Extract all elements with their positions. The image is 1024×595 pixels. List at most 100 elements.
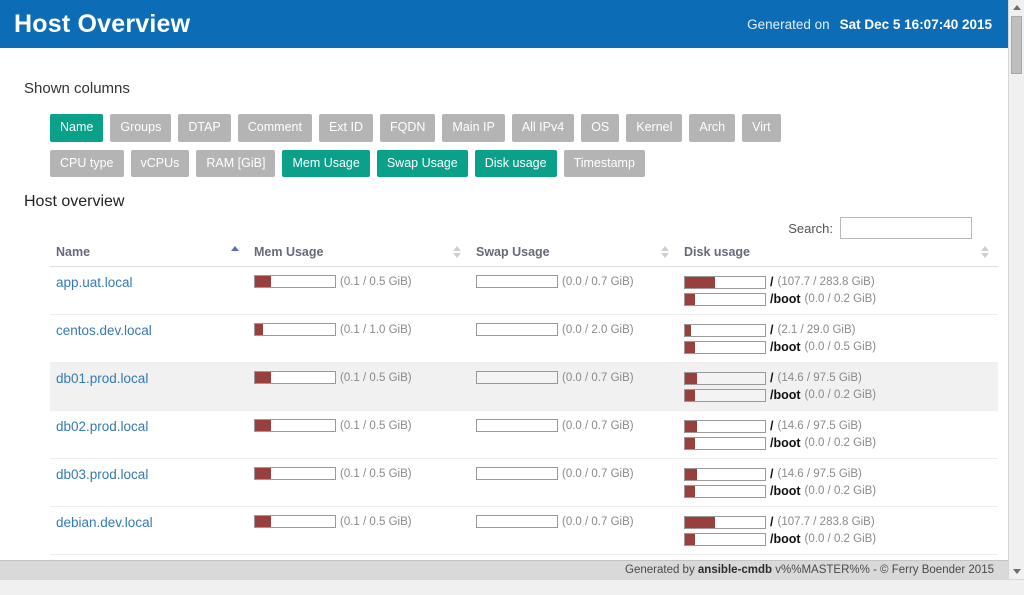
scroll-down-arrow-icon[interactable] bbox=[1009, 564, 1024, 579]
disk-usage-bar-line: /boot (0.0 / 0.2 GiB) bbox=[684, 484, 992, 498]
page-title: Host Overview bbox=[14, 9, 191, 38]
column-header-swap-usage[interactable]: Swap Usage bbox=[470, 241, 678, 267]
app-header: Host Overview Generated on Sat Dec 5 16:… bbox=[0, 0, 1008, 48]
mem-usage-caption: (0.1 / 0.5 GiB) bbox=[340, 275, 412, 288]
column-toggle-cpu-type[interactable]: CPU type bbox=[50, 149, 124, 177]
mem-usage-bar-line: (0.1 / 0.5 GiB) bbox=[254, 467, 464, 480]
column-toggle-kernel[interactable]: Kernel bbox=[626, 114, 683, 142]
page-root: Host Overview Generated on Sat Dec 5 16:… bbox=[0, 0, 1024, 595]
mem-usage-caption: (0.1 / 0.5 GiB) bbox=[340, 515, 412, 528]
mem-usage-caption: (0.1 / 0.5 GiB) bbox=[340, 371, 412, 384]
disk-usage-bar-line: / (14.6 / 97.5 GiB) bbox=[684, 467, 992, 481]
mem-usage-cell: (0.1 / 0.5 GiB) bbox=[248, 362, 470, 411]
column-header-label: Mem Usage bbox=[254, 245, 324, 259]
swap-usage-caption: (0.0 / 0.7 GiB) bbox=[562, 467, 634, 480]
column-toggle-swap-usage[interactable]: Swap Usage bbox=[376, 149, 468, 177]
column-toggle-arch[interactable]: Arch bbox=[689, 114, 736, 142]
column-toggle-virt[interactable]: Virt bbox=[742, 114, 781, 142]
host-name-link[interactable]: debian.dev.local bbox=[56, 515, 153, 530]
mem-usage-cell: (0.1 / 0.5 GiB) bbox=[248, 266, 470, 315]
progress-bar-fill bbox=[685, 341, 696, 353]
swap-usage-cell: (0.0 / 0.7 GiB) bbox=[470, 458, 678, 507]
disk-usage-progress-bar bbox=[684, 419, 766, 433]
column-toggle-fqdn[interactable]: FQDN bbox=[380, 114, 436, 142]
disk-usage-caption: (14.6 / 97.5 GiB) bbox=[777, 468, 862, 480]
swap-usage-caption: (0.0 / 2.0 GiB) bbox=[562, 323, 634, 336]
mem-usage-bar-line: (0.1 / 0.5 GiB) bbox=[254, 419, 464, 432]
column-header-disk-usage[interactable]: Disk usage bbox=[678, 241, 998, 267]
disk-usage-bar-line: /boot (0.0 / 0.5 GiB) bbox=[684, 340, 992, 354]
progress-bar-fill bbox=[255, 372, 271, 383]
column-header-label: Swap Usage bbox=[476, 245, 550, 259]
sort-toggle-icon[interactable] bbox=[981, 246, 990, 258]
disk-usage-caption: (0.0 / 0.2 GiB) bbox=[804, 437, 877, 449]
progress-bar-fill bbox=[685, 372, 697, 384]
sort-toggle-icon[interactable] bbox=[661, 246, 670, 258]
disk-usage-bar-line: /boot (0.0 / 0.2 GiB) bbox=[684, 436, 992, 450]
mount-point-label: /boot bbox=[770, 532, 801, 546]
swap-usage-progress-bar bbox=[476, 275, 558, 288]
footer-suffix: v%%MASTER%% - © Ferry Boender 2015 bbox=[775, 564, 994, 576]
swap-usage-caption: (0.0 / 0.7 GiB) bbox=[562, 419, 634, 432]
column-toggle-mem-usage[interactable]: Mem Usage bbox=[282, 149, 370, 177]
disk-usage-bar-line: / (107.7 / 283.8 GiB) bbox=[684, 275, 992, 289]
table-row: centos.dev.local (0.1 / 1.0 GiB) (0.0 / 2.… bbox=[50, 314, 998, 363]
progress-bar-fill bbox=[255, 516, 271, 527]
host-name-link[interactable]: db01.prod.local bbox=[56, 371, 148, 386]
progress-bar-fill bbox=[255, 324, 263, 335]
sort-toggle-icon[interactable] bbox=[453, 246, 462, 258]
progress-bar-fill bbox=[685, 485, 696, 497]
column-toggle-timestamp[interactable]: Timestamp bbox=[563, 149, 645, 177]
disk-usage-cell: / (107.7 / 283.8 GiB) /boot (0.0 / 0.2 GiB) bbox=[678, 506, 998, 555]
progress-bar-fill bbox=[255, 468, 271, 479]
search-area: Search: bbox=[18, 217, 972, 239]
column-toggle-main-ip[interactable]: Main IP bbox=[442, 114, 505, 142]
mount-point-label: / bbox=[770, 323, 774, 337]
disk-usage-progress-bar bbox=[684, 484, 766, 498]
progress-bar-fill bbox=[685, 420, 697, 432]
column-toggle-ext-id[interactable]: Ext ID bbox=[318, 114, 373, 142]
column-toggle-all-ipv4[interactable]: All IPv4 bbox=[511, 114, 575, 142]
shown-columns-label: Shown columns bbox=[24, 80, 130, 97]
host-name-link[interactable]: db02.prod.local bbox=[56, 419, 148, 434]
column-header-label: Name bbox=[56, 245, 91, 259]
column-toggle-dtap[interactable]: DTAP bbox=[178, 114, 231, 142]
disk-usage-progress-bar bbox=[684, 515, 766, 529]
host-name-link[interactable]: centos.dev.local bbox=[56, 323, 152, 338]
column-toggle-groups[interactable]: Groups bbox=[110, 114, 172, 142]
scroll-up-arrow-icon[interactable] bbox=[1009, 0, 1024, 15]
horizontal-scrollbar[interactable] bbox=[0, 579, 1024, 595]
column-toggle-os[interactable]: OS bbox=[581, 114, 620, 142]
column-toggle-vcpus[interactable]: vCPUs bbox=[130, 149, 190, 177]
mem-usage-bar-line: (0.1 / 0.5 GiB) bbox=[254, 371, 464, 384]
disk-usage-progress-bar bbox=[684, 436, 766, 450]
progress-bar-fill bbox=[685, 293, 696, 305]
host-name-cell: centos.dev.local bbox=[50, 314, 248, 363]
disk-usage-progress-bar bbox=[684, 388, 766, 402]
shown-columns-row-2: CPU type vCPUs RAM [GiB] Mem Usage Swap Usag… bbox=[50, 149, 990, 177]
disk-usage-progress-bar bbox=[684, 467, 766, 481]
column-header-name[interactable]: Name bbox=[50, 241, 248, 267]
host-name-link[interactable]: app.uat.local bbox=[56, 275, 133, 290]
sort-ascending-icon[interactable] bbox=[231, 246, 240, 258]
table-head: Name Mem Usage Swap Usage Disk usage bbox=[50, 241, 998, 267]
disk-usage-cell: / (14.6 / 97.5 GiB) /boot (0.0 / 0.2 GiB) bbox=[678, 362, 998, 411]
mem-usage-progress-bar bbox=[254, 467, 336, 480]
host-name-link[interactable]: db03.prod.local bbox=[56, 467, 148, 482]
column-toggle-name[interactable]: Name bbox=[50, 114, 104, 142]
column-toggle-comment[interactable]: Comment bbox=[237, 114, 312, 142]
vertical-scrollbar[interactable] bbox=[1008, 0, 1024, 579]
column-toggle-ram-gib[interactable]: RAM [GiB] bbox=[196, 149, 276, 177]
generated-on-date: Sat Dec 5 16:07:40 2015 bbox=[839, 16, 992, 32]
host-name-cell: debian.dev.local bbox=[50, 506, 248, 555]
disk-usage-caption: (0.0 / 0.2 GiB) bbox=[804, 389, 877, 401]
disk-usage-progress-bar bbox=[684, 371, 766, 385]
column-toggle-disk-usage[interactable]: Disk usage bbox=[474, 149, 557, 177]
vertical-scrollbar-thumb[interactable] bbox=[1011, 16, 1022, 74]
mem-usage-caption: (0.1 / 0.5 GiB) bbox=[340, 467, 412, 480]
disk-usage-caption: (0.0 / 0.2 GiB) bbox=[804, 485, 877, 497]
swap-usage-progress-bar bbox=[476, 419, 558, 432]
column-header-mem-usage[interactable]: Mem Usage bbox=[248, 241, 470, 267]
search-input[interactable] bbox=[840, 217, 972, 239]
mount-point-label: /boot bbox=[770, 388, 801, 402]
